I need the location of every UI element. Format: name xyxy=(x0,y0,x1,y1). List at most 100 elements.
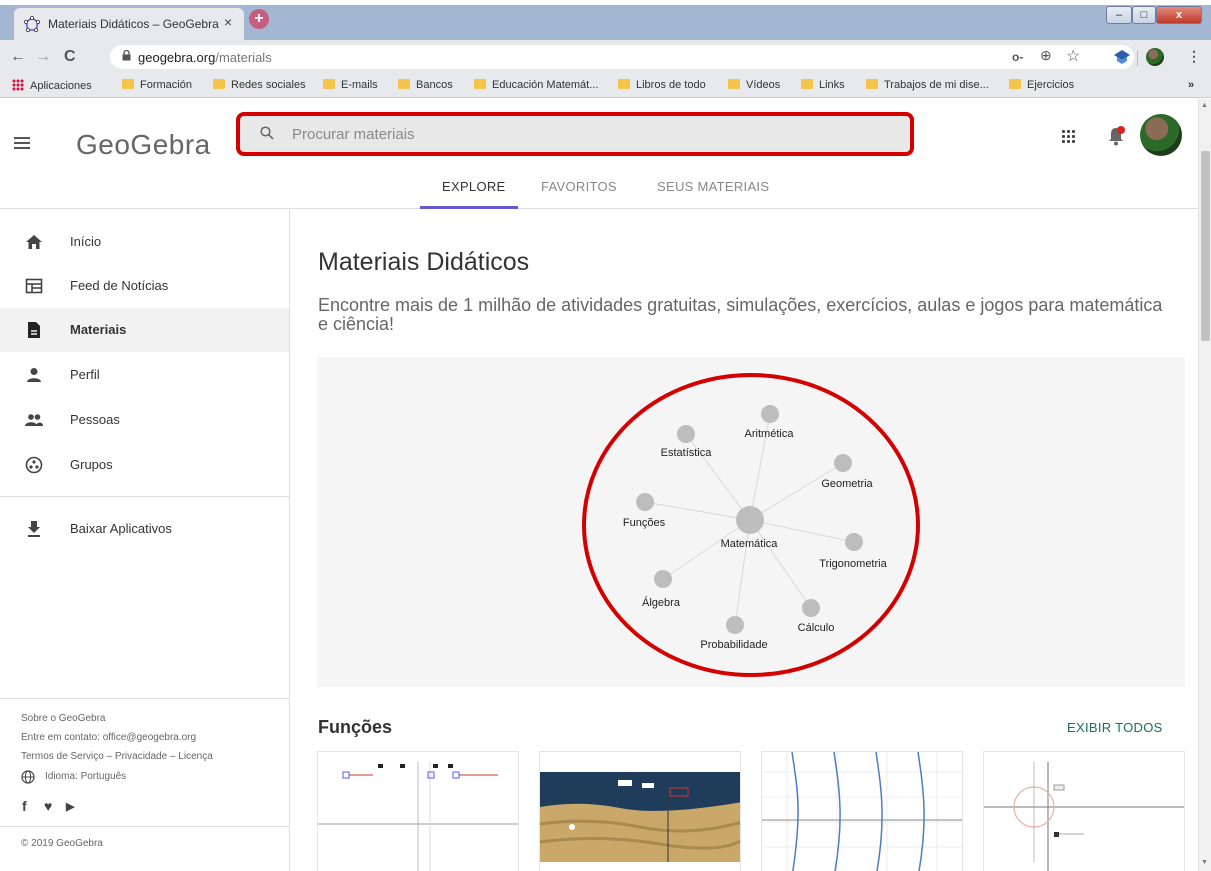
back-icon[interactable]: ← xyxy=(10,48,26,66)
youtube-icon[interactable]: ▶ xyxy=(66,800,74,813)
geogebra-logo[interactable]: GeoGebra xyxy=(76,129,211,161)
new-tab-button[interactable]: + xyxy=(249,9,269,29)
bookmark-item[interactable]: Trabajos de mi dise... xyxy=(866,79,989,91)
topic-label[interactable]: Funções xyxy=(623,517,666,529)
graph-edge xyxy=(749,519,812,609)
bookmark-item[interactable]: Links xyxy=(801,79,845,91)
url-field[interactable]: geogebra.org/materials xyxy=(110,45,1134,69)
scroll-up-icon[interactable]: ▲ xyxy=(1201,102,1208,109)
twitter-icon[interactable]: ♥ xyxy=(44,798,52,814)
sidebar-item-feed[interactable]: Feed de Notícias xyxy=(0,264,289,308)
folder-icon xyxy=(213,79,225,89)
bookmarks-overflow-icon[interactable]: » xyxy=(1188,79,1194,91)
forward-icon[interactable]: → xyxy=(35,48,51,66)
browser-tab[interactable]: Materiais Didáticos – GeoGebra × xyxy=(14,8,244,40)
copyright: © 2019 GeoGebra xyxy=(21,838,103,849)
folder-icon xyxy=(323,79,335,89)
topic-label[interactable]: Trigonometria xyxy=(819,558,887,570)
language-selector[interactable]: Idioma: Português xyxy=(45,771,126,782)
sidebar-item-perfil[interactable]: Perfil xyxy=(0,353,289,397)
scroll-thumb[interactable] xyxy=(1201,151,1210,341)
hamburger-menu-icon[interactable] xyxy=(14,137,30,149)
tab-favoritos[interactable]: FAVORITOS xyxy=(541,179,617,194)
facebook-icon[interactable]: f xyxy=(22,798,27,814)
sidebar-item-grupos[interactable]: Grupos xyxy=(0,443,289,487)
material-card[interactable] xyxy=(539,751,741,871)
apps-grid-icon xyxy=(12,79,24,91)
topic-label-center[interactable]: Matemática xyxy=(721,538,779,550)
folder-icon xyxy=(618,79,630,89)
key-icon[interactable]: o- xyxy=(1012,50,1023,64)
bookmark-item[interactable]: Vídeos xyxy=(728,79,780,91)
topic-label[interactable]: Estatística xyxy=(661,447,713,459)
search-input[interactable] xyxy=(292,124,892,144)
bookmark-item[interactable]: Bancos xyxy=(398,79,453,91)
material-card[interactable] xyxy=(761,751,963,871)
folder-icon xyxy=(728,79,740,89)
copyright-divider xyxy=(0,826,289,827)
apps-grid-icon[interactable] xyxy=(1061,129,1075,143)
material-card[interactable] xyxy=(983,751,1185,871)
contact-link[interactable]: Entre em contato: office@geogebra.org xyxy=(21,732,196,743)
topic-label[interactable]: Geometria xyxy=(821,478,873,490)
notifications-bell-icon[interactable] xyxy=(1106,125,1126,147)
toolbar-divider xyxy=(1137,50,1138,66)
close-window-button[interactable]: x xyxy=(1156,6,1202,24)
topic-node[interactable] xyxy=(677,425,695,443)
user-avatar[interactable] xyxy=(1140,114,1182,156)
topic-node[interactable] xyxy=(654,570,672,588)
scrollbar[interactable]: ▲ ▼ xyxy=(1198,99,1211,871)
bookmark-item[interactable]: Ejercicios xyxy=(1009,79,1074,91)
see-all-link[interactable]: EXIBIR TODOS xyxy=(1067,720,1163,735)
bookmark-item[interactable]: Libros de todo xyxy=(618,79,706,91)
minimize-button[interactable]: – xyxy=(1106,6,1132,24)
sidebar-item-materiais[interactable]: Materiais xyxy=(0,308,289,352)
reload-icon[interactable]: C xyxy=(64,48,76,66)
topic-node[interactable] xyxy=(761,405,779,423)
bookmark-item[interactable]: Formación xyxy=(122,79,192,91)
bookmark-label: Formación xyxy=(140,79,192,91)
sidebar-item-label: Pessoas xyxy=(70,412,120,427)
tab-explore[interactable]: EXPLORE xyxy=(442,179,506,194)
topic-node[interactable] xyxy=(726,616,744,634)
sidebar-item-download[interactable]: Baixar Aplicativos xyxy=(0,507,289,551)
topic-node[interactable] xyxy=(834,454,852,472)
tab-seus-materiais[interactable]: SEUS MATERIAIS xyxy=(657,179,769,194)
topic-label[interactable]: Álgebra xyxy=(642,596,681,609)
bookmark-label: Bancos xyxy=(416,79,453,91)
sidebar-item-pessoas[interactable]: Pessoas xyxy=(0,398,289,442)
folder-icon xyxy=(398,79,410,89)
document-icon xyxy=(28,322,40,338)
maximize-button[interactable]: □ xyxy=(1132,6,1156,24)
topic-label[interactable]: Aritmética xyxy=(745,428,795,440)
bookmark-item[interactable]: Aplicaciones xyxy=(12,79,92,92)
menu-dots-icon[interactable]: ⋮ xyxy=(1187,48,1201,65)
topic-label[interactable]: Cálculo xyxy=(798,622,835,634)
zoom-icon[interactable]: ⊕ xyxy=(1040,47,1052,64)
material-card[interactable] xyxy=(317,751,519,871)
topic-label[interactable]: Probabilidade xyxy=(700,639,767,651)
topic-node[interactable] xyxy=(845,533,863,551)
topic-node[interactable] xyxy=(636,493,654,511)
page-title: Materiais Didáticos xyxy=(318,248,530,276)
profile-avatar-small[interactable] xyxy=(1146,48,1164,66)
tab-close-icon[interactable]: × xyxy=(224,14,232,30)
about-link[interactable]: Sobre o GeoGebra xyxy=(21,713,106,724)
bookmark-item[interactable]: Redes sociales xyxy=(213,79,306,91)
folder-icon xyxy=(801,79,813,89)
topic-node[interactable] xyxy=(802,599,820,617)
sidebar-item-inicio[interactable]: Início xyxy=(0,220,289,264)
person-icon xyxy=(27,368,41,382)
terms-link[interactable]: Termos de Serviço – Privacidade – Licenç… xyxy=(21,751,213,762)
star-icon[interactable]: ☆ xyxy=(1066,46,1080,66)
scroll-down-icon[interactable]: ▼ xyxy=(1201,859,1208,866)
bookmark-label: Redes sociales xyxy=(231,79,306,91)
topic-node-center[interactable] xyxy=(736,506,764,534)
footer-divider xyxy=(0,698,289,699)
folder-icon xyxy=(474,79,486,89)
bookmark-item[interactable]: E-mails xyxy=(323,79,378,91)
bookmark-label: Trabajos de mi dise... xyxy=(884,79,989,91)
extension-icon[interactable] xyxy=(1114,50,1130,64)
search-box[interactable] xyxy=(236,112,914,156)
bookmark-item[interactable]: Educación Matemát... xyxy=(474,79,598,91)
